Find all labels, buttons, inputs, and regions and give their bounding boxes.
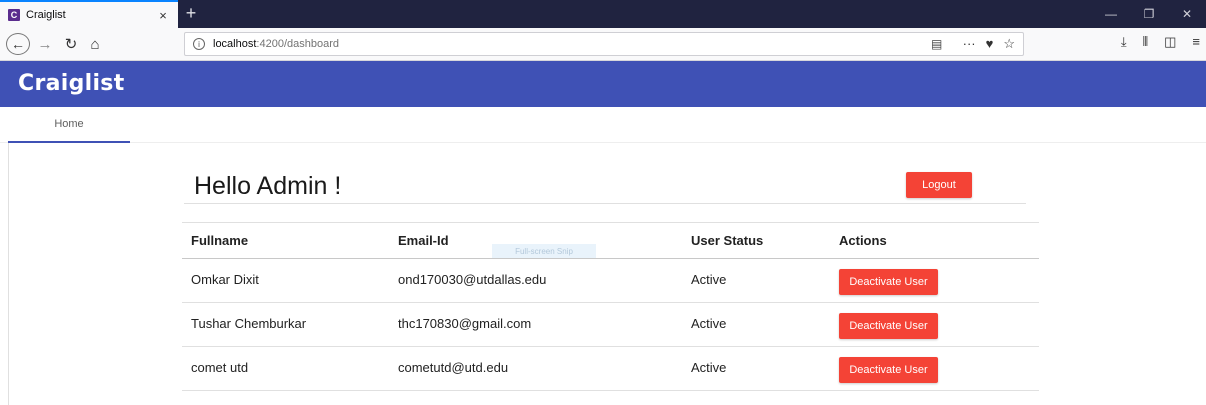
tab-title: Craiglist	[26, 9, 66, 21]
sidebar-icon[interactable]: ◫	[1164, 34, 1176, 50]
deactivate-user-button[interactable]: Deactivate User	[839, 268, 938, 295]
content-divider	[8, 143, 9, 405]
column-header-actions: Actions	[839, 233, 887, 248]
reader-view-icon[interactable]: ▤	[931, 37, 942, 51]
pocket-icon[interactable]: ♥	[986, 36, 994, 52]
menu-icon[interactable]: ≡	[1192, 34, 1200, 50]
browser-tab[interactable]: C Craiglist ×	[0, 0, 178, 28]
deactivate-user-button[interactable]: Deactivate User	[839, 356, 938, 383]
user-status: Active	[691, 272, 727, 287]
table-row: comet utd cometutd@utd.edu Active Deacti…	[182, 347, 1039, 391]
page-title: Hello Admin !	[194, 172, 342, 200]
url-path: :4200/dashboard	[256, 38, 339, 50]
close-tab-icon[interactable]: ×	[156, 8, 170, 23]
window-controls: — ❐ ✕	[1092, 0, 1206, 28]
table-row: Omkar Dixit ond170030@utdallas.edu Activ…	[182, 259, 1039, 303]
home-icon[interactable]: ⌂	[86, 33, 104, 55]
url-bar[interactable]: i localhost:4200/dashboard ▤ ··· ♥ ☆	[184, 32, 1024, 56]
toolbar-right: ⤓ ⫴ ◫ ≡	[1121, 34, 1200, 50]
close-window-icon[interactable]: ✕	[1168, 0, 1206, 28]
column-header-fullname: Fullname	[191, 233, 249, 248]
app-header: Craiglist	[0, 61, 1206, 107]
deactivate-user-button[interactable]: Deactivate User	[839, 312, 938, 339]
column-header-email: Email-Id	[398, 233, 449, 248]
info-icon[interactable]: i	[193, 38, 205, 50]
title-divider	[184, 203, 1026, 204]
bookmark-star-icon[interactable]: ☆	[1003, 36, 1015, 52]
table-header-row: Fullname Email-Id User Status Actions Fu…	[182, 223, 1039, 259]
user-status: Active	[691, 316, 727, 331]
new-tab-icon[interactable]: +	[181, 3, 201, 23]
url-actions: ··· ♥ ☆	[963, 36, 1015, 52]
actions-cell: Deactivate User	[839, 259, 938, 302]
user-fullname: Tushar Chemburkar	[191, 316, 307, 331]
user-email: thc170830@gmail.com	[398, 316, 532, 331]
logout-button[interactable]: Logout	[906, 172, 972, 198]
snip-tooltip: Full-screen Snip	[492, 244, 596, 258]
back-arrow-icon[interactable]: ←	[6, 33, 30, 55]
browser-tab-strip: C Craiglist × + — ❐ ✕	[0, 0, 1206, 28]
user-email: cometutd@utd.edu	[398, 360, 509, 375]
more-icon[interactable]: ···	[963, 36, 976, 52]
table-row: Tushar Chemburkar thc170830@gmail.com Ac…	[182, 303, 1039, 347]
user-status: Active	[691, 360, 727, 375]
user-fullname: comet utd	[191, 360, 249, 375]
brand-logo[interactable]: Craiglist	[18, 71, 125, 96]
library-icon[interactable]: ⫴	[1143, 34, 1148, 50]
tab-home[interactable]: Home	[8, 107, 130, 143]
craiglist-favicon-icon: C	[8, 9, 20, 21]
downloads-icon[interactable]: ⤓	[1121, 34, 1127, 50]
actions-cell: Deactivate User	[839, 303, 938, 346]
url-host: localhost	[213, 38, 257, 50]
minimize-icon[interactable]: —	[1092, 0, 1130, 28]
browser-nav-bar: ← → ↻ ⌂ i localhost:4200/dashboard ▤ ···…	[0, 28, 1206, 61]
reload-icon[interactable]: ↻	[62, 33, 80, 55]
user-fullname: Omkar Dixit	[191, 272, 259, 287]
actions-cell: Deactivate User	[839, 347, 938, 390]
app-tab-bar: Home	[0, 107, 1206, 143]
restore-icon[interactable]: ❐	[1130, 0, 1168, 28]
users-table: Fullname Email-Id User Status Actions Fu…	[182, 222, 1039, 391]
forward-arrow-icon[interactable]: →	[36, 33, 54, 55]
user-email: ond170030@utdallas.edu	[398, 272, 547, 287]
column-header-status: User Status	[691, 233, 764, 248]
